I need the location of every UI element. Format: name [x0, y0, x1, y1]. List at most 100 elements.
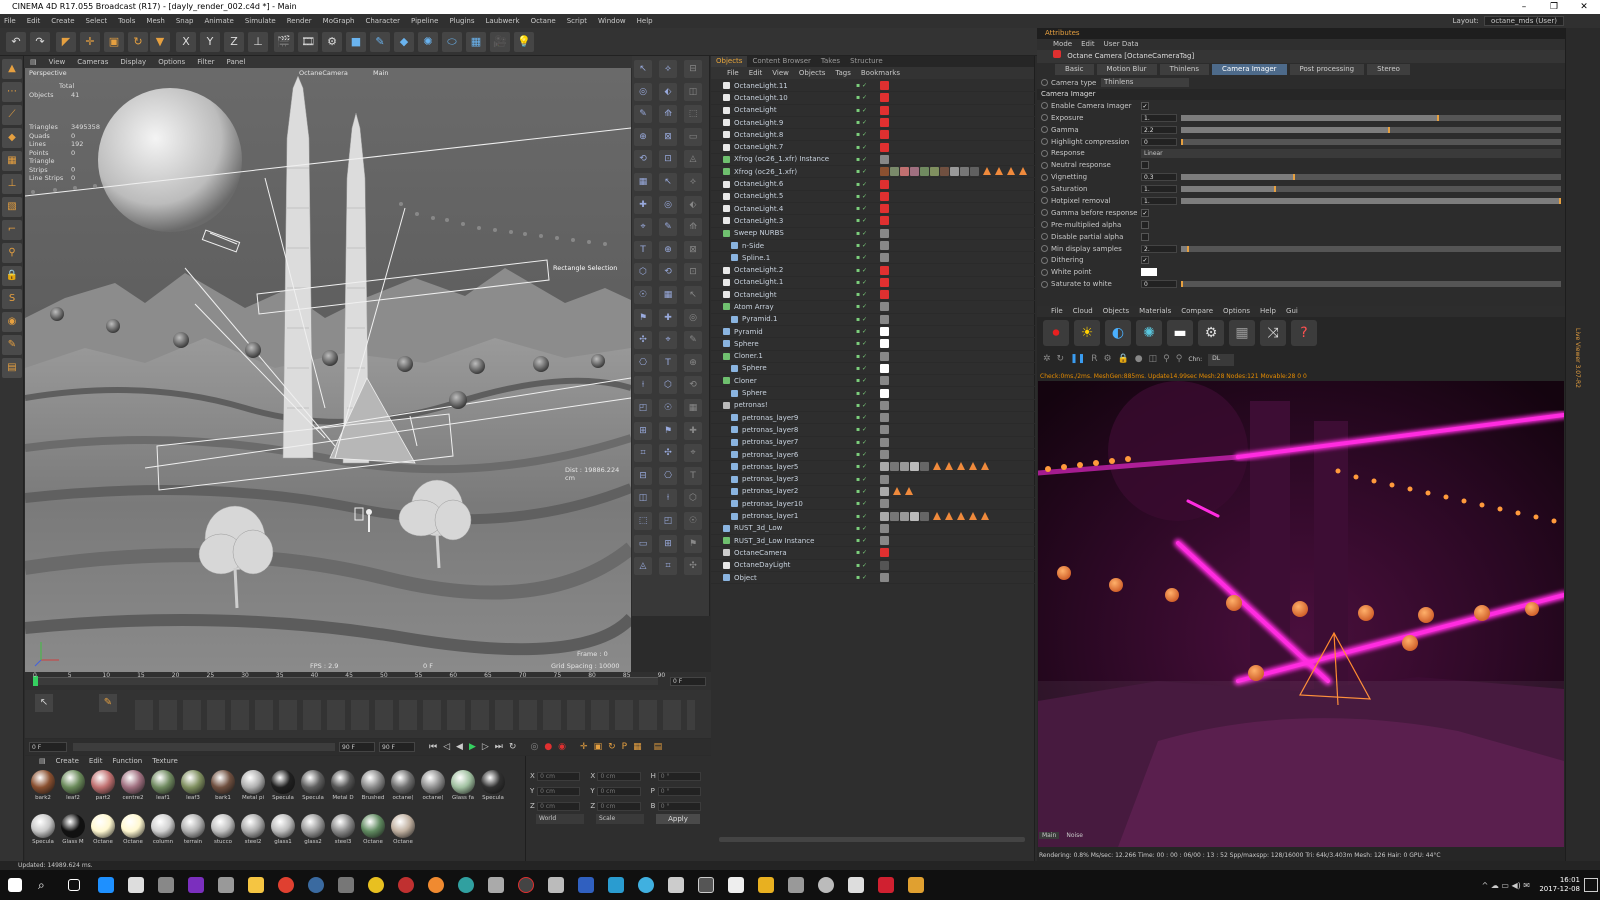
tool-icon-31[interactable]: ⊕: [659, 240, 677, 259]
material-tag-icon[interactable]: [880, 290, 889, 300]
object-row[interactable]: petronas_layer10 ▪ ✓: [711, 498, 1035, 511]
perspective-viewport[interactable]: Perspective OctaneCamera Main Rectangle …: [25, 68, 631, 672]
tool-icon-21[interactable]: ▭: [634, 534, 652, 553]
tool-icon-51[interactable]: ⟡: [684, 173, 702, 191]
animate-dot-icon[interactable]: [1041, 185, 1048, 193]
material-swatch[interactable]: centre2: [119, 770, 147, 808]
menu-file[interactable]: File: [4, 14, 16, 28]
uv-mode-icon[interactable]: ▦: [2, 151, 22, 171]
app-icon-10[interactable]: [338, 877, 354, 893]
start-frame-field[interactable]: 0 F: [29, 742, 67, 752]
octane-menu-help[interactable]: Help: [1260, 306, 1276, 317]
material-swatch[interactable]: part2: [89, 770, 117, 808]
object-name[interactable]: OctaneLight.7: [734, 143, 854, 151]
material-tag-icon[interactable]: [880, 253, 889, 263]
app-icon-26[interactable]: [818, 877, 834, 893]
material-tag-icon[interactable]: [880, 228, 889, 238]
preview-range-slider[interactable]: [73, 743, 335, 751]
skype-icon[interactable]: [608, 877, 624, 893]
object-row[interactable]: Pyramid.1 ▪ ✓: [711, 314, 1035, 326]
autokey-icon[interactable]: ◉: [558, 742, 566, 752]
material-tag-icon[interactable]: [880, 523, 889, 533]
material-tag-icon[interactable]: [880, 548, 889, 558]
undo-icon[interactable]: ↶: [6, 32, 26, 52]
object-name[interactable]: OctaneLight.3: [734, 217, 854, 225]
menu-window[interactable]: Window: [598, 14, 626, 28]
octane-menu-cloud[interactable]: Cloud: [1073, 306, 1093, 317]
menu-create[interactable]: Create: [51, 14, 74, 28]
warning-tag-icon[interactable]: [1007, 167, 1015, 176]
object-name[interactable]: OctaneLight.6: [734, 180, 854, 188]
object-name[interactable]: petronas_layer9: [742, 414, 862, 422]
octane-region-icon[interactable]: R: [1091, 354, 1097, 366]
object-row[interactable]: OctaneLight.9 ▪ ✓: [711, 117, 1035, 130]
menu-script[interactable]: Script: [567, 14, 587, 28]
warning-tag-icon[interactable]: [933, 511, 941, 520]
warning-tag-icon[interactable]: [945, 511, 953, 520]
octane-menu-materials[interactable]: Materials: [1139, 306, 1171, 317]
object-row[interactable]: Pyramid ▪ ✓: [711, 326, 1035, 339]
tab-content-browser[interactable]: Content Browser: [747, 56, 815, 67]
tool-icon-55[interactable]: ⊡: [684, 263, 702, 282]
x-axis-icon[interactable]: X: [176, 32, 196, 52]
locked-workplane-icon[interactable]: 🔒: [2, 266, 22, 286]
current-frame-field[interactable]: 0 F: [670, 677, 706, 686]
visibility-checks-icon[interactable]: ▪ ✓: [856, 82, 880, 89]
object-name[interactable]: petronas_layer2: [742, 487, 862, 495]
object-name[interactable]: petronas_layer1: [742, 512, 862, 520]
tool-icon-27[interactable]: ⊡: [659, 150, 677, 169]
tool-icon-10[interactable]: ☉: [634, 286, 652, 304]
visibility-checks-icon[interactable]: ▪ ✓: [856, 181, 880, 188]
warning-tag-icon[interactable]: [969, 511, 977, 520]
material-swatch[interactable]: steel2: [239, 814, 267, 852]
attribute-checkbox[interactable]: [1141, 232, 1149, 241]
onenote-icon[interactable]: [188, 877, 204, 893]
material-tag-icon[interactable]: [920, 511, 929, 521]
camera-tab-motion-blur[interactable]: Motion Blur: [1096, 64, 1157, 75]
object-row[interactable]: petronas_layer9 ▪ ✓: [711, 412, 1035, 425]
attribute-value-field[interactable]: 2.2: [1141, 125, 1177, 134]
viewport-menu-options[interactable]: Options: [158, 56, 185, 68]
app-icon-15[interactable]: [488, 877, 504, 893]
object-row[interactable]: OctaneLight.6 ▪ ✓: [711, 178, 1035, 191]
app-icon-18[interactable]: [578, 877, 594, 893]
object-row[interactable]: OctaneCamera ▪ ✓: [711, 547, 1035, 560]
object-row[interactable]: OctaneDayLight ▪ ✓: [711, 560, 1035, 572]
animate-dot-icon[interactable]: [1041, 280, 1048, 288]
material-tag-icon[interactable]: [880, 154, 889, 164]
visibility-checks-icon[interactable]: ▪ ✓: [856, 340, 880, 347]
tool-icon-41[interactable]: ⎔: [659, 466, 677, 485]
array-icon[interactable]: ✺: [418, 32, 438, 52]
octane-lock-icon[interactable]: 🔒: [1118, 354, 1129, 366]
object-name[interactable]: petronas_layer10: [742, 500, 862, 508]
octane-pin-icon[interactable]: ⚲: [1163, 354, 1170, 366]
key-position-icon[interactable]: ✛: [580, 742, 588, 752]
octane-sphere-icon[interactable]: ●: [1135, 354, 1143, 366]
menu-mograph[interactable]: MoGraph: [323, 14, 355, 28]
tool-icon-48[interactable]: ⬚: [684, 105, 702, 124]
material-swatch[interactable]: Specula: [269, 770, 297, 808]
object-menu-objects[interactable]: Objects: [799, 67, 825, 79]
tool-icon-36[interactable]: T: [659, 353, 677, 372]
timeline-window-icon[interactable]: ▤: [654, 742, 663, 752]
warning-tag-icon[interactable]: [957, 511, 965, 520]
attribute-slider[interactable]: [1181, 114, 1561, 121]
animate-dot-icon[interactable]: [1041, 245, 1048, 253]
object-row[interactable]: petronas_layer5 ▪ ✓: [711, 461, 1035, 474]
object-row[interactable]: petronas_layer7 ▪ ✓: [711, 437, 1035, 449]
octane-settings-icon[interactable]: ✲: [1043, 354, 1051, 366]
material-tag-icon[interactable]: [880, 142, 889, 152]
material-tag-icon[interactable]: [880, 376, 889, 386]
visibility-checks-icon[interactable]: ▪ ✓: [856, 291, 880, 298]
attribute-checkbox[interactable]: ✓: [1141, 208, 1149, 217]
floor-icon[interactable]: ▦: [466, 32, 486, 52]
material-swatch[interactable]: bark1: [209, 770, 237, 808]
attribute-checkbox[interactable]: ✓: [1141, 256, 1149, 265]
octane-render-view[interactable]: [1038, 381, 1564, 847]
record-key-icon[interactable]: ●: [544, 742, 552, 752]
animate-dot-icon[interactable]: [1041, 149, 1048, 157]
menu-pipeline[interactable]: Pipeline: [411, 14, 438, 28]
menu-character[interactable]: Character: [365, 14, 400, 28]
snap-icon[interactable]: ⚲: [2, 243, 22, 263]
size-mode-select[interactable]: Scale: [596, 814, 644, 824]
